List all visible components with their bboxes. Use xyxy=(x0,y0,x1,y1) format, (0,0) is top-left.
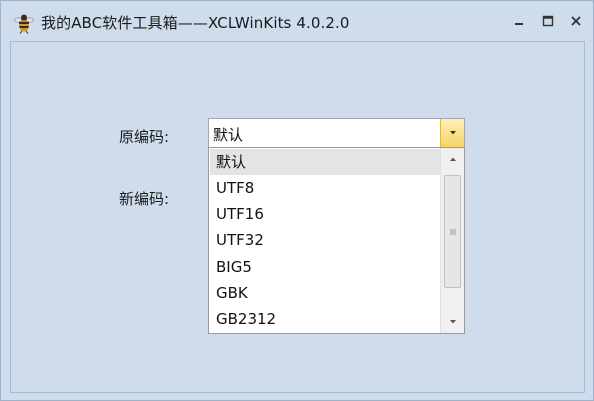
app-window: 我的ABC软件工具箱——XCLWinKits 4.0.2.0 原编码: 新编码:… xyxy=(0,0,594,401)
minimize-button[interactable] xyxy=(506,9,532,33)
encoding-dropdown-list[interactable]: 默认 UTF8 UTF16 UTF32 BIG5 GBK GB2312 xyxy=(208,147,465,334)
scroll-up-button[interactable] xyxy=(441,148,464,170)
minimize-icon xyxy=(515,23,523,25)
dropdown-option[interactable]: UTF16 xyxy=(210,201,441,227)
window-title: 我的ABC软件工具箱——XCLWinKits 4.0.2.0 xyxy=(41,14,350,32)
maximize-icon xyxy=(542,15,554,27)
dropdown-option[interactable]: GB2312 xyxy=(210,306,441,332)
source-encoding-combobox[interactable]: 默认 xyxy=(208,118,465,148)
dropdown-option[interactable]: BIG5 xyxy=(210,254,441,280)
dropdown-scrollbar[interactable] xyxy=(440,148,464,333)
dropdown-option[interactable]: 默认 xyxy=(210,149,441,175)
source-encoding-value: 默认 xyxy=(213,126,244,144)
source-encoding-label: 原编码: xyxy=(119,128,170,146)
scroll-up-icon xyxy=(449,157,456,161)
close-icon xyxy=(571,16,581,26)
dropdown-toggle-button[interactable] xyxy=(440,119,464,147)
scroll-down-icon xyxy=(449,320,456,324)
target-encoding-label: 新编码: xyxy=(119,190,170,208)
scroll-thumb[interactable] xyxy=(444,175,461,288)
maximize-button[interactable] xyxy=(535,9,561,33)
scroll-down-button[interactable] xyxy=(441,311,464,333)
title-bar[interactable]: 我的ABC软件工具箱——XCLWinKits 4.0.2.0 xyxy=(1,1,593,41)
grip-icon xyxy=(449,229,456,234)
bee-app-icon xyxy=(13,12,35,34)
chevron-down-icon xyxy=(449,131,456,135)
dropdown-option[interactable]: UTF32 xyxy=(210,227,441,253)
dropdown-option[interactable]: GBK xyxy=(210,280,441,306)
dropdown-option[interactable]: UTF8 xyxy=(210,175,441,201)
close-button[interactable] xyxy=(563,9,589,33)
